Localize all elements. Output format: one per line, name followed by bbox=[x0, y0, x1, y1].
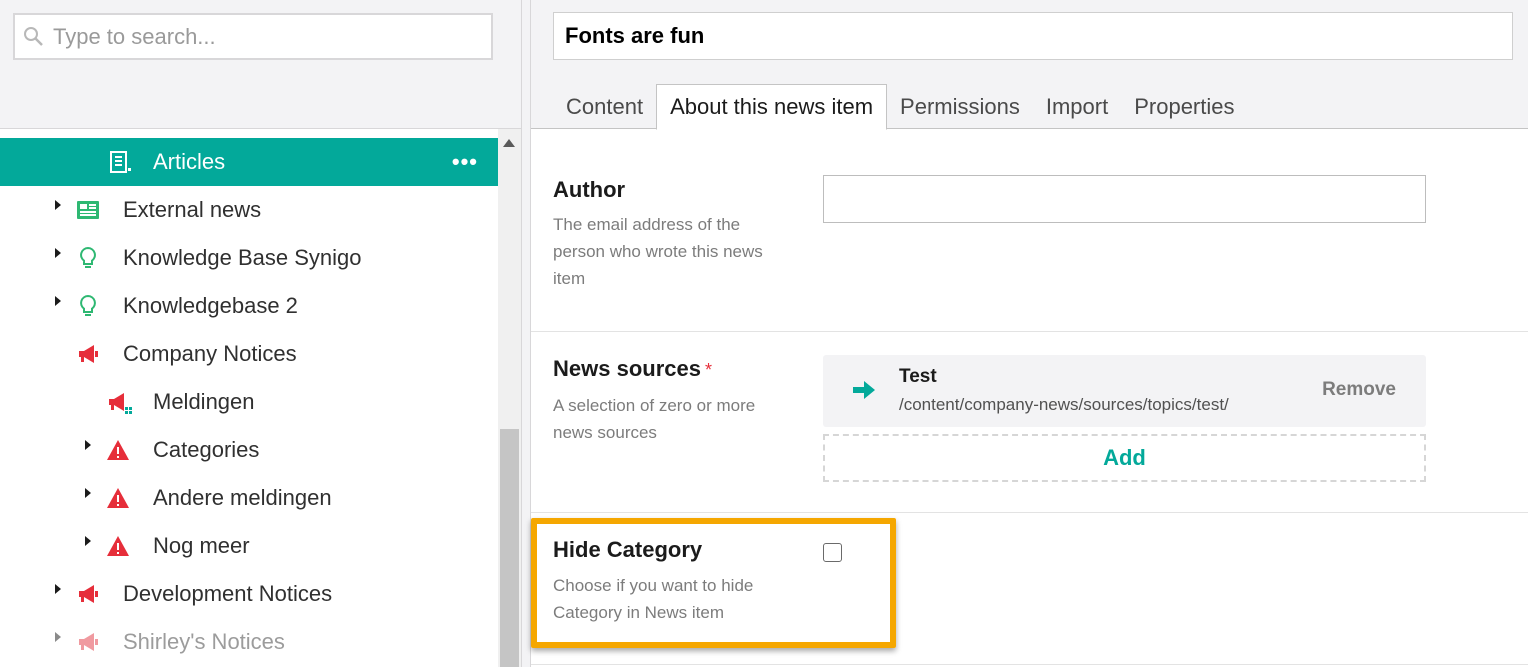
tab-import[interactable]: Import bbox=[1033, 84, 1121, 130]
remove-source-button[interactable]: Remove bbox=[1322, 379, 1396, 401]
hide-category-label: Hide Category bbox=[553, 537, 703, 562]
editor-header: Content About this news item Permissions… bbox=[531, 0, 1528, 130]
newspaper-icon bbox=[76, 198, 100, 222]
lightbulb-icon bbox=[76, 246, 100, 270]
news-source-path: /content/company-news/sources/topics/tes… bbox=[899, 395, 1229, 414]
megaphone-icon bbox=[76, 342, 100, 366]
tab-permissions[interactable]: Permissions bbox=[887, 84, 1033, 130]
tree-item-meldingen[interactable]: Meldingen bbox=[0, 378, 498, 426]
author-description: The email address of the person who wrot… bbox=[553, 215, 763, 288]
tree-item-label: Company Notices bbox=[123, 341, 297, 366]
add-source-button[interactable]: Add bbox=[823, 434, 1426, 482]
news-sources-description: A selection of zero or more news sources bbox=[553, 396, 756, 442]
tree-item-development-notices[interactable]: Development Notices bbox=[0, 570, 498, 618]
tree-item-label: Andere meldingen bbox=[153, 485, 332, 510]
hide-category-checkbox[interactable] bbox=[823, 543, 842, 562]
expand-caret-icon[interactable] bbox=[55, 248, 61, 258]
author-label: Author bbox=[553, 177, 626, 202]
tree-item-nog-meer[interactable]: Nog meer bbox=[0, 522, 498, 570]
news-source-title: Test bbox=[899, 366, 937, 387]
title-input[interactable] bbox=[553, 12, 1513, 60]
megaphone-icon bbox=[76, 582, 100, 606]
tree-item-shirleys-notices[interactable]: Shirley's Notices bbox=[0, 618, 498, 666]
arrow-right-icon bbox=[851, 379, 877, 401]
tree-item-label: External news bbox=[123, 197, 262, 222]
navigation-header bbox=[0, 0, 521, 129]
hide-category-row: Hide Category Choose if you want to hide… bbox=[531, 513, 1528, 665]
tree-item-knowledgebase-2[interactable]: Knowledgebase 2 bbox=[0, 282, 498, 330]
search-icon bbox=[23, 26, 45, 48]
warning-icon bbox=[106, 486, 130, 510]
news-sources-label: News sources * bbox=[553, 356, 712, 382]
news-source-item: Test /content/company-news/sources/topic… bbox=[823, 355, 1426, 427]
editor-pane: Content About this news item Permissions… bbox=[531, 0, 1528, 667]
expand-caret-icon[interactable] bbox=[55, 632, 61, 642]
tab-content[interactable]: Content bbox=[553, 84, 656, 130]
expand-caret-icon[interactable] bbox=[85, 488, 91, 498]
required-marker: * bbox=[704, 360, 712, 380]
tree-item-label: Meldingen bbox=[153, 389, 255, 414]
tree-item-label: Knowledge Base Synigo bbox=[123, 245, 362, 270]
content-tree: Articles ••• External news Knowledge Bas… bbox=[0, 138, 498, 666]
tree-item-label: Knowledgebase 2 bbox=[123, 293, 298, 318]
tab-about-this-news-item[interactable]: About this news item bbox=[656, 84, 888, 130]
expand-caret-icon[interactable] bbox=[85, 536, 91, 546]
expand-caret-icon[interactable] bbox=[55, 200, 61, 210]
author-input[interactable] bbox=[823, 175, 1426, 223]
expand-caret-icon[interactable] bbox=[85, 440, 91, 450]
tree-item-label: Categories bbox=[153, 437, 260, 462]
warning-icon bbox=[106, 438, 130, 462]
warning-icon bbox=[106, 534, 130, 558]
pane-splitter[interactable] bbox=[521, 0, 531, 667]
tree-item-label: Articles bbox=[153, 149, 226, 174]
scroll-up-arrow-icon[interactable] bbox=[503, 139, 515, 147]
tree-item-knowledge-base-synigo[interactable]: Knowledge Base Synigo bbox=[0, 234, 498, 282]
scrollbar-thumb[interactable] bbox=[500, 429, 519, 667]
tree-item-company-notices[interactable]: Company Notices bbox=[0, 330, 498, 378]
tree-item-andere-meldingen[interactable]: Andere meldingen bbox=[0, 474, 498, 522]
search-input[interactable] bbox=[45, 15, 491, 58]
expand-caret-icon[interactable] bbox=[55, 584, 61, 594]
hide-category-description: Choose if you want to hide Category in N… bbox=[553, 576, 754, 622]
tree-scrollbar[interactable] bbox=[498, 129, 521, 667]
tree-item-external-news[interactable]: External news bbox=[0, 186, 498, 234]
tree-item-categories[interactable]: Categories bbox=[0, 426, 498, 474]
expand-caret-icon[interactable] bbox=[55, 296, 61, 306]
tree-item-label: Shirley's Notices bbox=[123, 629, 285, 654]
news-sources-label-text: News sources bbox=[553, 356, 701, 381]
newspaper-file-icon bbox=[108, 150, 132, 174]
megaphone-icon bbox=[76, 630, 100, 654]
lightbulb-icon bbox=[76, 294, 100, 318]
tree-item-label: Development Notices bbox=[123, 581, 333, 606]
navigation-pane: Articles ••• External news Knowledge Bas… bbox=[0, 0, 521, 667]
author-row: Author The email address of the person w… bbox=[531, 130, 1528, 332]
tree-item-label: Nog meer bbox=[153, 533, 250, 558]
editor-tabs: Content About this news item Permissions… bbox=[553, 84, 1248, 130]
megaphone-grid-icon bbox=[106, 390, 132, 414]
search-box[interactable] bbox=[13, 13, 493, 60]
tab-properties[interactable]: Properties bbox=[1121, 84, 1247, 130]
tree-item-articles[interactable]: Articles ••• bbox=[0, 138, 498, 186]
more-options-icon[interactable]: ••• bbox=[452, 149, 478, 175]
